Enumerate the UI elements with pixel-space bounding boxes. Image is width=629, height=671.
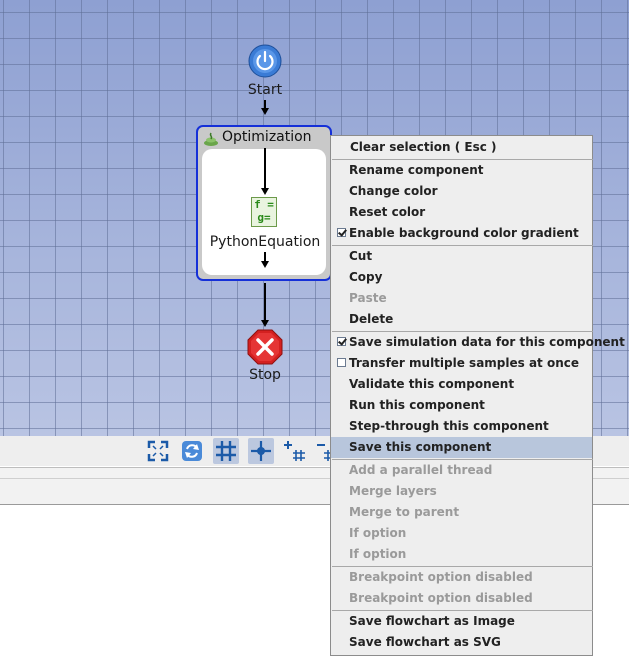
- start-label: Start: [247, 82, 283, 98]
- equation-icon-line: f =: [254, 198, 274, 211]
- menu-item-add-parallel-thread: Add a parallel thread: [349, 463, 493, 477]
- context-menu: Clear selection ( Esc ) Rename component…: [330, 135, 625, 656]
- menu-item-transfer-multiple-samples[interactable]: Transfer multiple samples at once: [331, 353, 592, 374]
- grid-icon: [216, 441, 236, 461]
- fit-to-screen-button[interactable]: [145, 438, 171, 464]
- python-equation-label: PythonEquation: [209, 234, 321, 250]
- menu-item-step-through-component[interactable]: Step-through this component: [331, 416, 592, 437]
- menu-item-copy[interactable]: Copy: [331, 267, 592, 288]
- menu-item-run-component[interactable]: Run this component: [331, 395, 592, 416]
- checkbox-checked-icon: [337, 337, 346, 346]
- snap-icon: [251, 441, 271, 461]
- connector-arrow: [261, 261, 269, 268]
- menu-item-save-flowchart-svg[interactable]: Save flowchart as SVG: [331, 632, 592, 653]
- snap-toggle-button[interactable]: [248, 438, 274, 464]
- menu-item-enable-gradient[interactable]: Enable background color gradient: [331, 223, 592, 244]
- checkbox-unchecked-icon: [337, 358, 346, 367]
- fit-to-screen-icon: [147, 440, 169, 462]
- connector-line: [264, 148, 266, 188]
- connector-arrow: [261, 320, 269, 327]
- power-icon: [248, 44, 282, 78]
- menu-item-breakpoint-option: Breakpoint option disabled: [349, 591, 533, 605]
- equation-icon-line: g=: [257, 211, 271, 224]
- menu-item-merge-layers: Merge layers: [349, 484, 437, 498]
- python-equation-icon[interactable]: f = g=: [251, 197, 277, 227]
- grid-plus-icon: [284, 441, 305, 461]
- increase-grid-button[interactable]: [282, 438, 308, 464]
- refresh-icon: [182, 441, 202, 461]
- checkbox-checked-icon: [337, 228, 346, 237]
- connector-arrow: [261, 108, 269, 115]
- grid-minus-icon: [317, 444, 330, 461]
- menu-item-change-color[interactable]: Change color: [331, 181, 592, 202]
- optimization-title: Optimization: [222, 129, 312, 145]
- stop-label: Stop: [249, 367, 281, 383]
- menu-item-validate-component[interactable]: Validate this component: [331, 374, 592, 395]
- stop-icon: [247, 329, 283, 365]
- connector-line: [264, 283, 266, 322]
- menu-item-clear-selection[interactable]: Clear selection ( Esc ): [331, 137, 592, 158]
- stop-node[interactable]: [247, 329, 283, 365]
- optimization-icon: [204, 132, 218, 146]
- menu-item-save-simulation-data[interactable]: Save simulation data for this component: [331, 332, 625, 353]
- connector-arrow: [261, 188, 269, 195]
- start-node[interactable]: [248, 44, 282, 78]
- menu-item-rename-component[interactable]: Rename component: [331, 160, 592, 181]
- menu-item-save-component[interactable]: Save this component: [331, 437, 592, 458]
- menu-item-cut[interactable]: Cut: [331, 246, 592, 267]
- refresh-button[interactable]: [179, 438, 205, 464]
- menu-item-reset-color[interactable]: Reset color: [331, 202, 592, 223]
- grid-toggle-button[interactable]: [213, 438, 239, 464]
- decrease-grid-button[interactable]: [314, 438, 330, 464]
- menu-item-paste: Paste: [349, 291, 387, 305]
- menu-item-if-option: If option: [349, 526, 407, 540]
- menu-item-save-flowchart-image[interactable]: Save flowchart as Image: [331, 611, 592, 632]
- menu-item-delete[interactable]: Delete: [331, 309, 592, 330]
- menu-item-if-option: If option: [349, 547, 407, 561]
- menu-item-breakpoint-option: Breakpoint option disabled: [349, 570, 533, 584]
- menu-item-merge-to-parent: Merge to parent: [349, 505, 460, 519]
